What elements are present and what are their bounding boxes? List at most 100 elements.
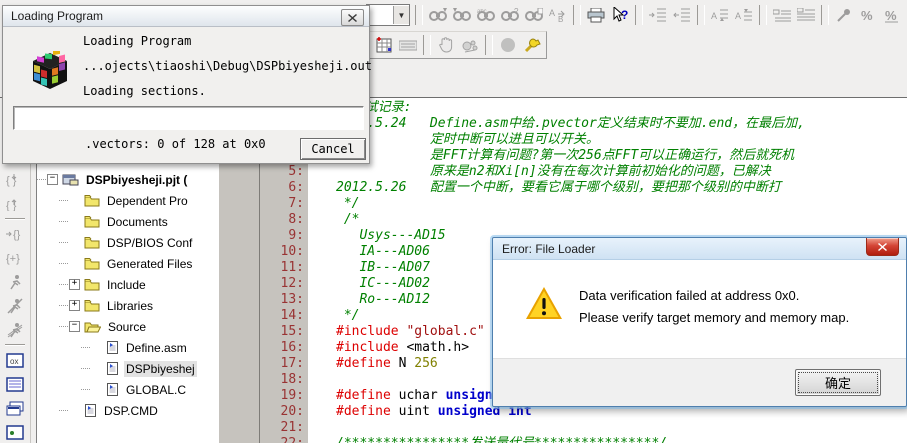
find-help-icon[interactable]: ? [498,4,522,26]
code-text: IB---AD07 [336,260,430,275]
line-number: 5: [288,164,304,179]
cancel-button[interactable]: Cancel [300,138,366,160]
loading-message-status: Loading sections. [83,84,206,98]
halt-icon[interactable] [496,34,520,56]
line-number: 8: [288,212,304,227]
folder-icon [84,320,101,333]
line-number: 9: [288,228,304,243]
error-dialog-titlebar[interactable]: Error: File Loader [493,238,906,260]
tree-item-documents[interactable]: Documents [37,211,219,232]
paw-icon[interactable] [458,34,482,56]
code-text: Usys---AD15 [336,228,446,243]
find-word-icon[interactable]: abc [474,4,498,26]
find-files-icon[interactable] [522,4,546,26]
tree-item-dependent-pro[interactable]: Dependent Pro [37,190,219,211]
tree-item-libraries[interactable]: + Libraries [37,295,219,316]
search-combo[interactable]: ▼ [366,4,410,26]
tree-item-define-asm[interactable]: Define.asm [37,337,219,358]
tree-item-label: Generated Files [107,256,193,271]
close-icon[interactable] [866,238,899,256]
expand-icon[interactable]: + [69,279,80,290]
line-number: 6: [288,180,304,195]
close-icon[interactable] [341,9,364,26]
context-help-icon[interactable]: ? [608,4,632,26]
pin-probe-icon[interactable] [832,4,856,26]
line-number: 17: [280,356,304,371]
tree-item-generated-files[interactable]: Generated Files [37,253,219,274]
run-to-icon[interactable]: {} [3,222,27,246]
loading-dialog-titlebar[interactable]: Loading Program [3,6,369,27]
toolbar-row-main: ▼ abc? A B? A A%% [366,2,907,28]
source-file-icon [106,382,119,397]
view-more-icon[interactable] [3,420,27,443]
line-number: 7: [288,196,304,211]
tree-item-source[interactable]: − Source [37,316,219,337]
watch-window-icon[interactable]: ox [3,348,27,372]
app-window: ▼ abc? A B? A A%% { }{ }{} {+} ox − DSPbiyeshej… [0,0,907,443]
tree-item-dsp-bios-conf[interactable]: DSP/BIOS Conf [37,232,219,253]
error-dialog-body: Data verification failed at address 0x0.… [493,260,906,359]
svg-text:?: ? [514,8,519,16]
chevron-down-icon[interactable]: ▼ [393,6,409,24]
line-number: 13: [280,292,304,307]
step-plus-icon[interactable]: {+} [3,246,27,270]
probe-percent-icon[interactable]: % [856,4,880,26]
line-number: 19: [280,388,304,403]
tree-root-project[interactable]: − DSPbiyesheji.pjt ( [37,169,219,190]
code-text: /* [336,212,360,227]
find-prev-icon[interactable] [450,4,474,26]
outdent-icon[interactable] [670,4,694,26]
code-line: 21: [219,420,907,436]
step-into-icon[interactable]: { } [3,168,27,192]
step-out-icon[interactable]: { } [3,192,27,216]
run-halt-icon[interactable] [3,294,27,318]
line-number: 14: [280,308,304,323]
code-text: #include <math.h> [336,340,470,355]
error-message-line2: Please verify target memory and memory m… [579,310,850,325]
tree-item-label: Documents [107,214,168,229]
collapse-icon[interactable]: − [69,321,80,332]
tree-item-dspbiyeshej[interactable]: DSPbiyeshej [37,358,219,379]
wrench-icon[interactable] [520,34,544,56]
view-list-icon[interactable] [3,372,27,396]
keyboard-icon[interactable] [396,34,420,56]
error-file-loader-dialog: Error: File Loader Data verification fai… [492,237,907,407]
probe-percent-2-icon[interactable]: % [880,4,904,26]
find-next-icon[interactable] [426,4,450,26]
memory-map-icon[interactable] [372,34,396,56]
expand-icon[interactable]: + [69,300,80,311]
collapse-icon[interactable]: − [47,174,58,185]
outline-expand-icon[interactable] [794,4,818,26]
view-cascade-icon[interactable] [3,396,27,420]
code-line: 5: 原来是n2和Xi[n]没有在每次计算前初始化的问题，已解决 [219,164,907,180]
hand-icon[interactable] [434,34,458,56]
bookmark-prev-icon[interactable]: A [732,4,756,26]
print-icon[interactable] [584,4,608,26]
bookmark-next-icon[interactable]: A [708,4,732,26]
folder-icon [84,299,100,312]
code-text: 2012.5.26 配置一个中断，要看它属于哪个级别，要把那个级别的中断打 [336,180,781,195]
tree-item-dsp-cmd[interactable]: DSP.CMD [37,400,219,421]
warning-icon [525,286,563,323]
run-anim-icon[interactable] [3,318,27,342]
line-number: 16: [280,340,304,355]
tree-item-label: Source [108,319,147,334]
tree-item-global-c[interactable]: GLOBAL.C [37,379,219,400]
svg-text:A: A [735,11,741,21]
line-number: 12: [280,276,304,291]
indent-icon[interactable] [646,4,670,26]
tree-item-include[interactable]: + Include [37,274,219,295]
code-text: 定时中断可以进且可以开关。 [336,132,599,147]
code-text: Ro---AD12 [336,292,430,307]
tree-item-label: Dependent Pro [107,193,188,208]
replace-icon[interactable]: AB [546,4,570,26]
tree-item-label: DSP.CMD [104,403,158,418]
line-number: 20: [280,404,304,419]
outline-collapse-icon[interactable] [770,4,794,26]
ok-button[interactable]: 确定 [795,369,881,396]
line-number: 21: [280,420,304,435]
code-line: 6: 2012.5.26 配置一个中断，要看它属于哪个级别，要把那个级别的中断打 [219,180,907,196]
run-free-icon[interactable] [3,270,27,294]
code-text: */ [336,308,360,323]
svg-text:%: % [885,8,897,23]
